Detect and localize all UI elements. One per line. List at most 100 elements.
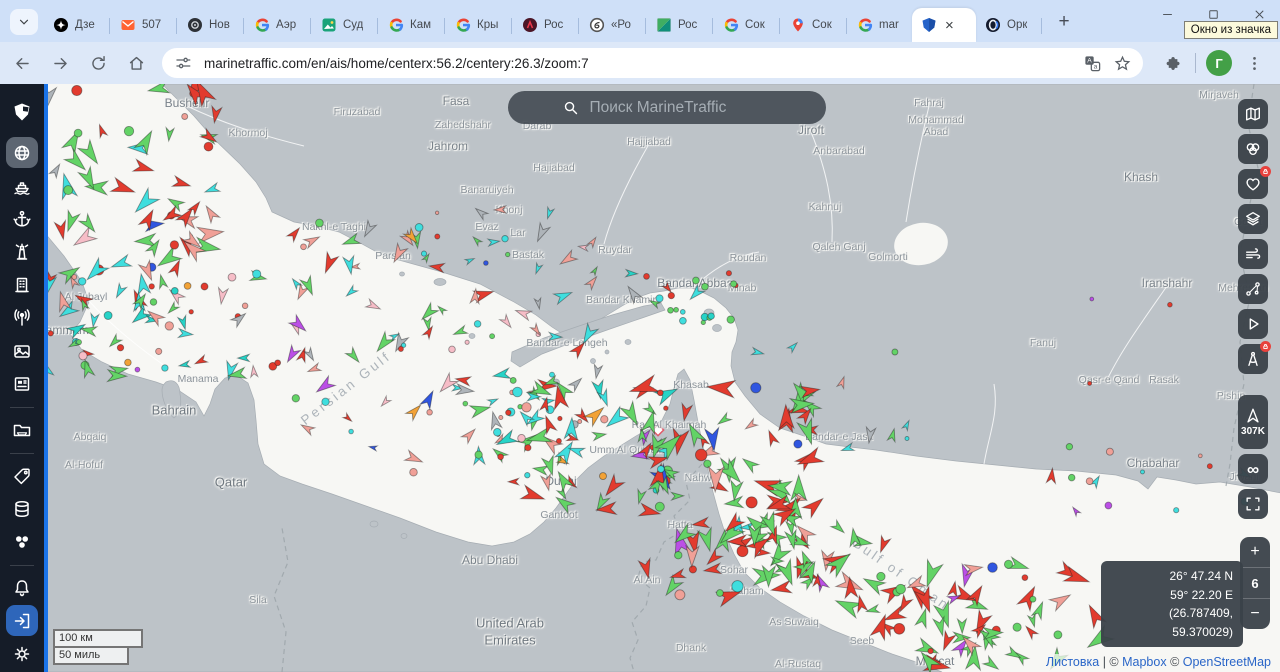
vessel-marker[interactable] [421,251,426,256]
vessel-marker[interactable] [506,410,511,415]
profile-avatar[interactable]: Г [1206,50,1232,76]
vessel-marker[interactable] [656,295,663,302]
vessel-marker[interactable] [894,623,905,634]
sidebar-item-login[interactable] [6,605,38,636]
browser-tab[interactable]: Дзе [44,8,108,42]
sidebar-item-settings[interactable] [6,638,38,669]
vessel-marker[interactable] [668,307,674,313]
vessel-marker[interactable] [544,207,554,219]
vessel-marker[interactable] [292,395,299,402]
vessel-marker[interactable] [250,365,258,377]
vessel-marker[interactable] [379,396,391,408]
vessel-marker[interactable] [639,558,655,579]
vessel-marker[interactable] [494,206,506,214]
sidebar-item-apps[interactable] [6,526,38,557]
vessel-marker[interactable] [182,114,188,120]
vessel-marker[interactable] [242,303,248,309]
browser-tab[interactable]: 507 [111,8,175,42]
vessel-marker[interactable] [513,387,523,397]
vessel-marker[interactable] [726,271,731,276]
vessel-marker[interactable] [201,283,208,290]
vessel-marker[interactable] [532,464,548,475]
vessel-marker[interactable] [716,413,732,427]
vessel-marker[interactable] [499,415,503,419]
vessel-marker[interactable] [316,219,324,227]
vessel-marker[interactable] [470,401,492,417]
vessel-marker[interactable] [657,390,663,396]
vessel-marker[interactable] [717,590,724,597]
vessel-marker[interactable] [698,528,717,553]
vessel-marker[interactable] [558,416,562,420]
browser-tab[interactable]: Рос [647,8,711,42]
vessel-marker[interactable] [620,402,643,429]
vessel-marker[interactable] [204,142,213,151]
vessel-marker[interactable] [72,85,82,95]
vessel-marker[interactable] [488,411,502,430]
vessel-marker[interactable] [147,84,170,97]
vessel-marker[interactable] [518,434,526,442]
map-tool-weather[interactable] [1238,239,1268,269]
vessel-marker[interactable] [1004,560,1012,568]
vessel-marker[interactable] [708,313,714,319]
vessel-marker[interactable] [905,437,909,441]
tab-search-button[interactable] [10,9,38,35]
vessel-marker[interactable] [533,263,542,275]
vessel-marker[interactable] [89,314,99,328]
sidebar-item-live-map[interactable] [6,137,38,168]
vessel-marker[interactable] [732,581,743,592]
vessel-marker[interactable] [184,283,191,290]
vessel-marker[interactable] [765,429,779,446]
vessel-marker[interactable] [680,310,685,315]
browser-tab[interactable]: «Ро [580,8,644,42]
vessel-marker[interactable] [655,502,664,511]
map-tool-layers[interactable] [1238,204,1268,234]
vessel-marker[interactable] [1086,478,1093,485]
vessel-marker[interactable] [658,466,665,473]
vessel-marker[interactable] [1168,302,1173,307]
vessel-marker[interactable] [1046,468,1057,484]
minimize-button[interactable] [1156,4,1178,24]
vessel-marker[interactable] [49,162,63,178]
vessel-marker[interactable] [558,250,578,268]
vessel-marker[interactable] [948,581,960,597]
vessel-marker[interactable] [896,584,906,594]
vessel-marker[interactable] [685,546,699,567]
vessel-marker[interactable] [740,455,759,473]
vessel-marker[interactable] [693,277,700,284]
vessel-marker[interactable] [48,331,53,336]
vessel-marker[interactable] [1022,575,1028,581]
vessel-marker[interactable] [533,223,550,244]
vessel-marker[interactable] [864,427,875,443]
vessel-marker[interactable] [522,403,531,412]
vessel-marker[interactable] [287,225,303,242]
vessel-marker[interactable] [556,439,561,444]
vessel-marker[interactable] [705,428,721,452]
vessel-marker[interactable] [664,406,668,410]
browser-tab[interactable]: mar [848,8,912,42]
vessel-marker[interactable] [1088,381,1092,385]
vessel-marker[interactable] [109,255,131,273]
vessel-marker[interactable] [320,252,339,275]
vessel-marker[interactable] [162,365,168,371]
vessel-marker[interactable] [165,128,174,142]
vessel-marker[interactable] [117,345,123,351]
vessel-marker[interactable] [113,284,127,300]
tab-close-icon[interactable]: × [945,18,954,33]
vessel-marker[interactable] [253,270,261,278]
home-button[interactable] [120,47,152,79]
vessel-marker[interactable] [349,429,354,434]
browser-tab[interactable]: Кам [379,8,443,42]
vessel-marker[interactable] [360,221,376,239]
vessel-marker[interactable] [452,326,467,339]
vessel-marker[interactable] [283,345,300,364]
vessel-marker[interactable] [165,322,173,330]
vessel-marker[interactable] [704,460,711,467]
vessel-marker[interactable] [840,443,854,454]
vessel-marker[interactable] [322,398,329,405]
map-tool-map-style[interactable] [1238,99,1268,129]
vessel-marker[interactable] [346,347,363,365]
vessel-marker[interactable] [111,178,137,199]
vessel-marker[interactable] [668,292,674,298]
vessel-marker[interactable] [1090,297,1094,301]
browser-tab[interactable]: Аэр [245,8,309,42]
